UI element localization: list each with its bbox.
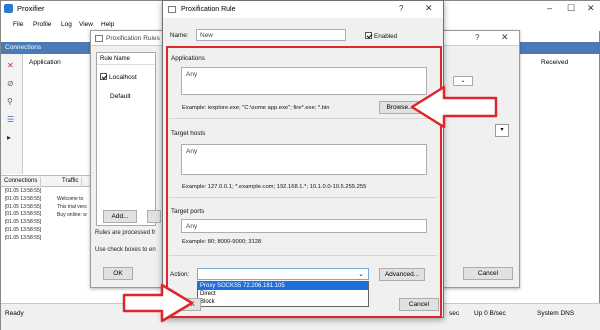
list-icon[interactable]: ☰ <box>7 116 14 124</box>
enabled-checkbox[interactable] <box>365 32 372 39</box>
action-option-direct[interactable]: Direct <box>198 290 368 298</box>
rule-checkbox[interactable] <box>100 73 107 80</box>
table-row[interactable]: Localhost <box>100 73 137 81</box>
enabled-label: Enabled <box>374 33 398 40</box>
dialog-title: Proxification Rule <box>181 6 236 13</box>
close-icon[interactable]: ✕ <box>501 32 509 43</box>
column-application[interactable]: Application <box>29 59 61 66</box>
maximize-icon[interactable]: ☐ <box>567 4 575 13</box>
arrow-to-ok-icon <box>122 283 194 323</box>
table-row[interactable]: Default <box>110 93 131 100</box>
proxifier-icon <box>4 4 13 13</box>
chevron-down-icon: ▾ <box>500 127 504 133</box>
name-label: Name: <box>170 32 189 39</box>
divider <box>169 118 437 119</box>
close-connection-icon[interactable]: ✕ <box>7 62 14 70</box>
rule-name: Localhost <box>109 74 137 81</box>
action-select[interactable]: ⌄ <box>197 268 369 280</box>
rules-cancel-button[interactable]: Cancel <box>463 267 513 280</box>
add-rule-button[interactable]: Add... <box>103 210 137 223</box>
rules-window-title: Proxification Rules <box>106 35 160 42</box>
main-window-title: Proxifier <box>17 4 45 13</box>
rules-note-1: Rules are processed fr <box>95 230 156 236</box>
column-received[interactable]: Received <box>541 59 568 66</box>
target-ports-input[interactable]: Any <box>181 219 427 233</box>
expand-icon[interactable]: ▸ <box>7 134 11 142</box>
target-hosts-label: Target hosts <box>171 130 206 137</box>
applications-input[interactable]: Any <box>181 67 427 95</box>
chevron-down-icon: ⌄ <box>358 271 364 278</box>
target-ports-label: Target ports <box>171 208 205 215</box>
help-icon[interactable]: ? <box>475 33 479 42</box>
divider <box>169 197 437 198</box>
applications-example: Example: iexplore.exe; "C:\some app.exe"… <box>182 105 330 111</box>
dialog-title-bar: Proxification Rule ? ✕ <box>163 1 443 18</box>
close-icon[interactable]: ✕ <box>425 3 433 14</box>
menu-file[interactable]: File <box>13 21 23 28</box>
arrow-to-browse-icon <box>410 85 498 129</box>
window-icon <box>168 6 176 13</box>
log-line: [01.05 13:58:55] <box>5 226 42 233</box>
partial-button[interactable] <box>147 210 161 223</box>
status-sec: sec <box>449 310 460 317</box>
action-dropdown-list: Proxy SOCKS5 72.206.181.105 Direct Block <box>197 281 369 307</box>
rules-table: Rule Name Localhost Default <box>96 52 156 226</box>
menu-view[interactable]: View <box>79 21 93 28</box>
log-line: [01.05 13:58:55] <box>5 234 42 241</box>
action-option-block[interactable]: Block <box>198 298 368 306</box>
status-dns: System DNS <box>537 310 575 317</box>
target-hosts-input[interactable]: Any <box>181 144 427 175</box>
applications-label: Applications <box>171 55 205 62</box>
rule-name-input[interactable]: New <box>196 29 346 41</box>
target-ports-example: Example: 80; 8000-9000; 3128 <box>182 239 262 245</box>
window-icon <box>95 35 103 42</box>
menu-log[interactable]: Log <box>61 21 72 28</box>
divider <box>169 255 437 256</box>
action-label: Action: <box>170 271 190 278</box>
search-icon[interactable]: ⚲ <box>7 98 13 106</box>
dialog-cancel-button[interactable]: Cancel <box>399 298 439 311</box>
close-icon[interactable]: ✕ <box>587 4 595 13</box>
status-up: Up 0 B/sec <box>474 310 506 317</box>
tab-connections[interactable]: Connections <box>1 177 42 187</box>
minimize-icon[interactable]: – <box>547 4 552 13</box>
rules-ok-button[interactable]: OK <box>103 267 133 280</box>
rule-name-header[interactable]: Rule Name <box>97 53 155 65</box>
action-option-proxy[interactable]: Proxy SOCKS5 72.206.181.105 <box>198 282 368 290</box>
advanced-button[interactable]: Advanced... <box>379 268 425 281</box>
log-line: [01.05 13:58:55] <box>5 219 42 226</box>
proxification-rule-dialog: Proxification Rule ? ✕ Name: New Enabled… <box>162 0 444 318</box>
side-toolstrip: ✕ ⊘ ⚲ ☰ ▸ <box>1 54 23 174</box>
status-ready: Ready <box>5 310 24 317</box>
menu-profile[interactable]: Profile <box>33 21 51 28</box>
rule-name: Default <box>110 93 131 100</box>
stop-icon[interactable]: ⊘ <box>7 80 14 88</box>
rules-note-2: Use check boxes to en <box>95 247 156 253</box>
help-icon[interactable]: ? <box>399 4 403 13</box>
menu-help[interactable]: Help <box>101 21 114 28</box>
log-line: [01.05 13:58:55] <box>5 188 42 194</box>
tab-traffic[interactable]: Traffic <box>59 177 83 187</box>
enabled-checkbox-wrap[interactable]: Enabled <box>365 32 397 40</box>
target-hosts-example: Example: 127.0.0.1; *.example.com; 192.1… <box>182 184 367 190</box>
